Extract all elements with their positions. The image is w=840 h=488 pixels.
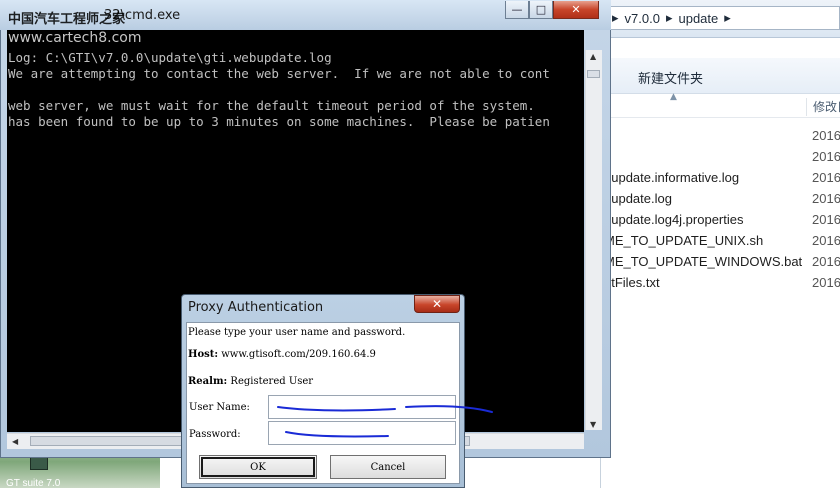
file-date: 2016 [812,233,840,248]
file-row[interactable]: ME_TO_UPDATE_UNIX.sh 2016 [600,231,840,252]
username-field[interactable] [268,395,456,419]
file-row[interactable]: oupdate.log4j.properties 2016 [600,210,840,231]
file-date: 2016 [812,128,840,143]
vertical-scrollbar[interactable] [585,50,602,430]
console-line: Log: C:\GTI\v7.0.0\update\gti.webupdate.… [8,50,332,65]
sort-ascending-icon: ▲ [670,92,677,102]
chevron-right-icon: ▸ [612,10,619,25]
file-name: ME_TO_UPDATE_UNIX.sh [604,233,764,248]
column-header-modified[interactable]: 修改日 [806,98,840,116]
desktop-icon-label: GT suite 7.0 [6,478,61,488]
username-label: User Name: [189,402,250,413]
file-list-header [600,94,840,118]
vertical-scroll-thumb[interactable] [587,70,600,78]
host-row: Host: www.gtisoft.com/209.160.64.9 [188,349,376,360]
file-row[interactable]: 2016 [600,147,840,168]
dialog-title: Proxy Authentication [188,300,324,315]
host-label: Host: [188,349,219,360]
file-name: oupdate.informative.log [604,170,740,185]
password-field[interactable] [268,421,456,445]
file-name: oupdate.log [604,191,672,206]
cancel-button[interactable]: Cancel [330,455,446,479]
maximize-button[interactable]: □ [529,1,553,19]
breadcrumb-item-version[interactable]: v7.0.0 [625,11,660,26]
file-row[interactable]: oupdate.log 2016 [600,189,840,210]
file-date: 2016 [812,170,840,185]
file-date: 2016 [812,149,840,164]
new-folder-button[interactable]: 新建文件夹 [638,68,703,87]
file-date: 2016 [812,254,840,269]
realm-value: Registered User [230,376,314,387]
realm-label: Realm: [188,376,228,387]
file-date: 2016 [812,191,840,206]
scroll-down-icon[interactable]: ▼ [590,420,596,429]
explorer-toolbar [600,58,840,94]
file-name: oupdate.log4j.properties [604,212,744,227]
dialog-close-button[interactable]: ✕ [414,295,460,313]
dialog-prompt: Please type your user name and password. [188,327,406,338]
close-button[interactable]: ✕ [553,1,599,19]
file-row[interactable]: 2016 [600,126,840,147]
password-label: Password: [189,429,241,440]
file-name: ME_TO_UPDATE_WINDOWS.bat [604,254,803,269]
cmd-title-overlay: 中国汽车工程师之家 [8,12,126,27]
ok-button[interactable]: OK [199,455,317,479]
chevron-right-icon: ▸ [665,10,673,25]
file-name: ntFiles.txt [604,275,660,290]
chevron-right-icon: ▸ [724,10,731,25]
file-row[interactable]: oupdate.informative.log 2016 [600,168,840,189]
breadcrumb-item-update[interactable]: update [678,11,718,26]
scroll-up-icon[interactable]: ▲ [590,52,596,61]
file-date: 2016 [812,275,840,290]
console-line: web server, we must wait for the default… [8,98,535,113]
realm-row: Realm: Registered User [188,376,313,387]
watermark-text: www.cartech8.com [8,30,142,46]
scroll-left-icon[interactable]: ◀ [12,437,18,446]
console-line: We are attempting to contact the web ser… [8,66,550,81]
host-value: www.gtisoft.com/209.160.64.9 [221,349,376,360]
file-date: 2016 [812,212,840,227]
console-line: has been found to be up to 3 minutes on … [8,114,550,129]
minimize-button[interactable]: — [505,1,529,19]
file-row[interactable]: ntFiles.txt 2016 [600,273,840,294]
breadcrumb[interactable]: ▸ v7.0.0 ▸ update ▸ [605,6,840,30]
file-row[interactable]: ME_TO_UPDATE_WINDOWS.bat 2016 [600,252,840,273]
